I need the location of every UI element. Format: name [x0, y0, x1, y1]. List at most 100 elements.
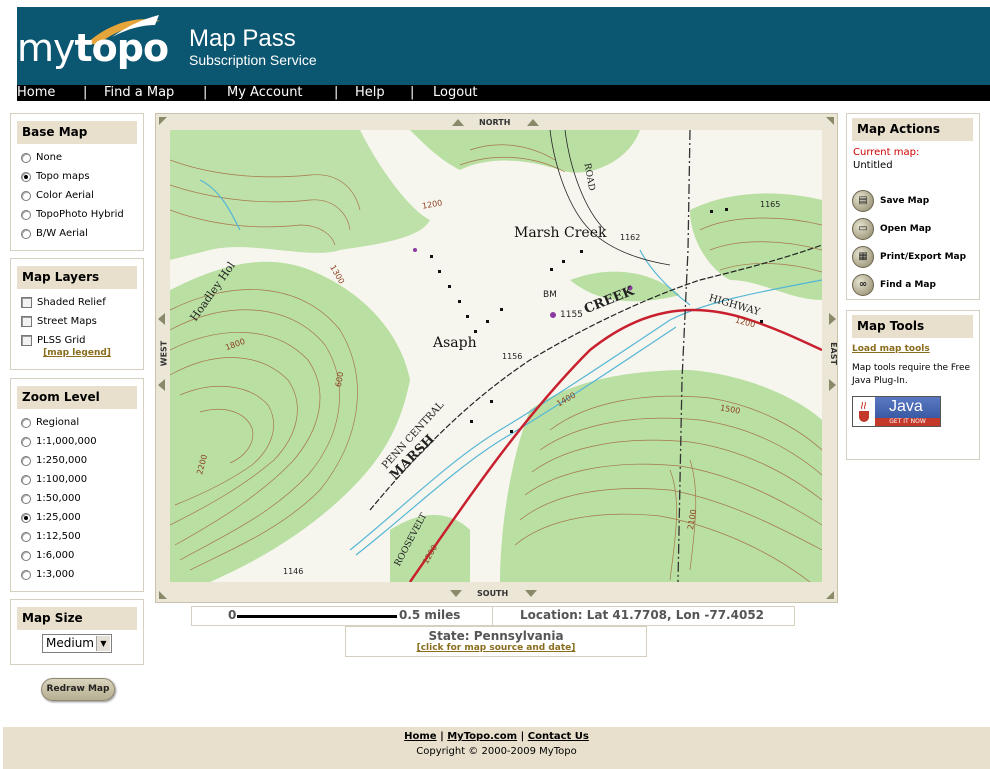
zoom-option-regional[interactable]: Regional	[11, 413, 143, 432]
base-map-option-topo[interactable]: Topo maps	[11, 167, 143, 186]
option-label: Shaded Relief	[37, 297, 106, 308]
pan-east-arrow-icon[interactable]	[829, 313, 836, 325]
option-label: 1:100,000	[36, 474, 88, 485]
copyright: Copyright © 2000-2009 MyTopo	[416, 746, 577, 757]
footer-link-mytopo[interactable]: MyTopo.com	[447, 731, 517, 742]
base-map-option-topophoto[interactable]: TopoPhoto Hybrid	[11, 205, 143, 224]
option-label: 1:25,000	[36, 512, 81, 523]
nav-separator: |	[410, 85, 415, 100]
checkbox[interactable]	[21, 316, 32, 327]
option-label: 1:250,000	[36, 455, 88, 466]
logo-my: my	[17, 26, 76, 70]
zoom-option-50000[interactable]: 1:50,000	[11, 489, 143, 508]
topo-map-canvas[interactable]: Marsh Creek Asaph CREEK MARSH HIGHWAY PE…	[170, 130, 822, 582]
chevron-down-icon[interactable]: ▼	[96, 636, 110, 651]
north-label[interactable]: NORTH	[479, 118, 510, 127]
option-label: 1:3,000	[36, 569, 75, 580]
open-map-button[interactable]: ▭ Open Map	[847, 215, 979, 243]
topo-map-image[interactable]	[170, 130, 822, 582]
nav-help[interactable]: Help	[355, 85, 385, 101]
scale-distance: 0.5 miles	[399, 608, 461, 622]
folder-icon[interactable]: ▭	[852, 218, 874, 240]
nav-my-account[interactable]: My Account	[227, 85, 303, 101]
nav-home[interactable]: Home	[17, 85, 55, 101]
base-map-title: Base Map	[17, 121, 137, 144]
radio-button[interactable]	[21, 531, 31, 542]
zoom-option-100000[interactable]: 1:100,000	[11, 470, 143, 489]
radio-button[interactable]	[21, 209, 31, 220]
pan-west-arrow-icon[interactable]	[158, 379, 165, 391]
save-map-button[interactable]: ▤ Save Map	[847, 187, 979, 215]
map-tools-title: Map Tools	[852, 315, 973, 338]
base-map-option-none[interactable]: None	[11, 148, 143, 167]
radio-button[interactable]	[21, 474, 31, 485]
radio-button[interactable]	[21, 152, 31, 163]
mytopo-logo[interactable]: mytopo	[17, 7, 177, 85]
map-size-select[interactable]: Medium ▼	[42, 634, 112, 653]
zoom-option-12500[interactable]: 1:12,500	[11, 527, 143, 546]
action-label[interactable]: Find a Map	[880, 280, 936, 290]
find-a-map-button[interactable]: ∞ Find a Map	[847, 271, 979, 299]
save-icon[interactable]: ▤	[852, 190, 874, 212]
map-source-link[interactable]: [click for map source and date]	[346, 643, 646, 653]
radio-button-selected[interactable]	[21, 171, 31, 182]
current-map-value: Untitled	[853, 160, 893, 171]
pan-west-arrow-icon[interactable]	[158, 313, 165, 325]
radio-button[interactable]	[21, 493, 31, 504]
nav-find-a-map[interactable]: Find a Map	[104, 85, 174, 101]
zoom-option-1000000[interactable]: 1:1,000,000	[11, 432, 143, 451]
state-box: State: Pennsylvania [click for map sourc…	[345, 626, 647, 657]
checkbox[interactable]	[21, 335, 32, 346]
pan-south-arrow-icon[interactable]	[525, 590, 537, 597]
map-label-1162: 1162	[620, 233, 641, 242]
get-java-badge[interactable]: Java GET IT NOW	[852, 396, 941, 427]
map-legend-link[interactable]: [map legend]	[11, 348, 143, 358]
radio-button[interactable]	[21, 436, 31, 447]
zoom-option-6000[interactable]: 1:6,000	[11, 546, 143, 565]
map-size-panel: Map Size Medium ▼	[10, 599, 144, 665]
layer-shaded-relief[interactable]: Shaded Relief	[11, 293, 143, 312]
zoom-option-3000[interactable]: 1:3,000	[11, 565, 143, 584]
radio-button[interactable]	[21, 228, 31, 239]
action-label[interactable]: Open Map	[880, 224, 931, 234]
radio-button[interactable]	[21, 550, 31, 561]
zoom-option-25000[interactable]: 1:25,000	[11, 508, 143, 527]
pan-east-arrow-icon[interactable]	[829, 379, 836, 391]
load-map-tools-link[interactable]: Load map tools	[847, 344, 979, 354]
footer-link-home[interactable]: Home	[404, 731, 436, 742]
map-label-1155: 1155	[560, 310, 583, 320]
radio-button-selected[interactable]	[21, 512, 31, 523]
pan-south-arrow-icon[interactable]	[450, 590, 462, 597]
printer-icon[interactable]: ▦	[852, 246, 874, 268]
radio-button[interactable]	[21, 190, 31, 201]
base-map-option-color-aerial[interactable]: Color Aerial	[11, 186, 143, 205]
pan-north-arrow-icon[interactable]	[452, 119, 464, 126]
footer-link-contact[interactable]: Contact Us	[528, 731, 589, 742]
west-label[interactable]: WEST	[159, 341, 168, 367]
option-label: 1:50,000	[36, 493, 81, 504]
radio-button[interactable]	[21, 455, 31, 466]
action-label[interactable]: Print/Export Map	[880, 252, 966, 262]
pan-southwest-icon[interactable]	[159, 591, 167, 599]
pan-southeast-icon[interactable]	[826, 591, 834, 599]
checkbox[interactable]	[21, 297, 32, 308]
east-label[interactable]: EAST	[829, 342, 838, 365]
map-tools-panel: Map Tools Load map tools Map tools requi…	[846, 310, 980, 460]
scale-zero: 0	[228, 608, 237, 622]
zoom-option-250000[interactable]: 1:250,000	[11, 451, 143, 470]
pan-northeast-icon[interactable]	[826, 117, 834, 125]
radio-button[interactable]	[21, 417, 31, 428]
redraw-map-button[interactable]: Redraw Map	[41, 678, 115, 701]
south-label[interactable]: SOUTH	[477, 589, 508, 598]
layer-street-maps[interactable]: Street Maps	[11, 312, 143, 331]
pan-north-arrow-icon[interactable]	[527, 119, 539, 126]
nav-logout[interactable]: Logout	[433, 85, 478, 101]
radio-button[interactable]	[21, 569, 31, 580]
action-label[interactable]: Save Map	[880, 196, 929, 206]
java-note: Map tools require the Free Java Plug-In.	[852, 363, 971, 386]
base-map-option-bw-aerial[interactable]: B/W Aerial	[11, 224, 143, 243]
binoculars-icon[interactable]: ∞	[852, 274, 874, 296]
print-export-map-button[interactable]: ▦ Print/Export Map	[847, 243, 979, 271]
location-readout: Location: Lat 41.7708, Lon -77.4052	[520, 608, 765, 622]
pan-northwest-icon[interactable]	[159, 117, 167, 125]
